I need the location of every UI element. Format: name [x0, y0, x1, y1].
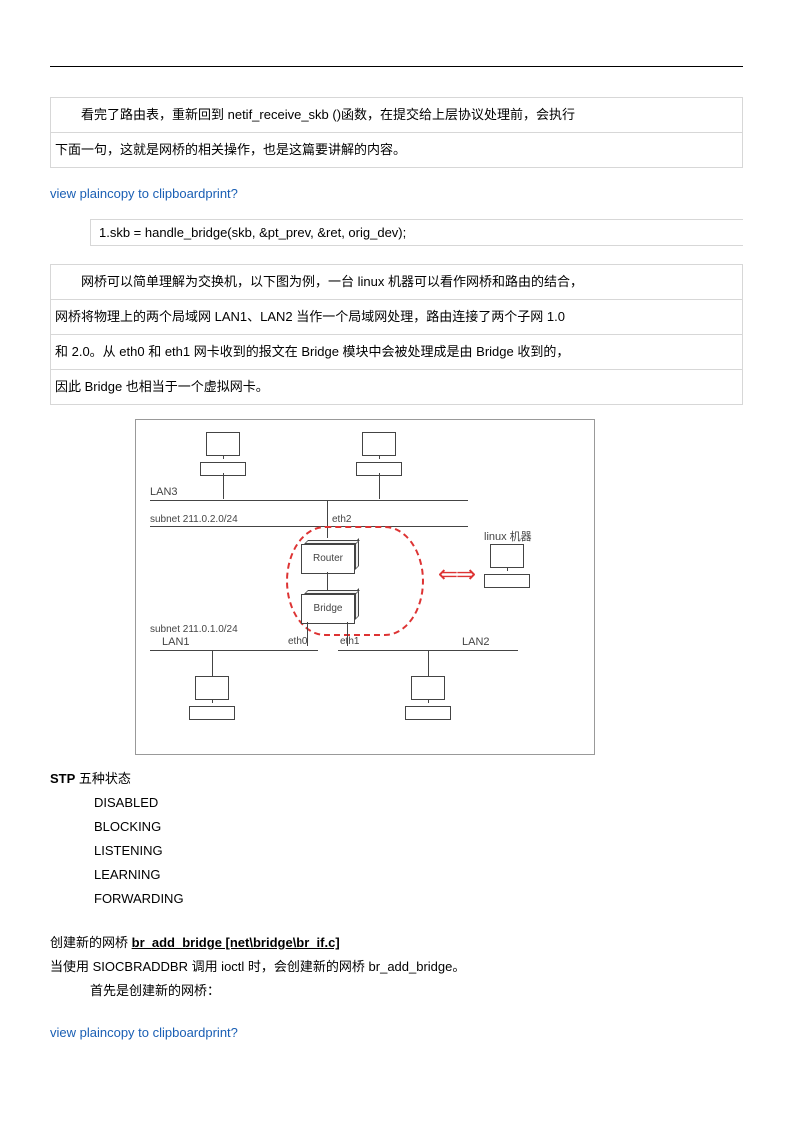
view-plain-copy-link-1[interactable]: view plaincopy to clipboardprint?: [50, 186, 238, 201]
router-box: Router: [301, 544, 355, 574]
top-rule: [50, 66, 743, 67]
connector-line: [428, 650, 429, 676]
lan3-bus: [150, 500, 468, 501]
create-line-1-bold: br_add_bridge [net\bridge\br_if.c]: [132, 935, 340, 950]
paragraph-1-line-2: 下面一句，这就是网桥的相关操作，也是这篇要讲解的内容。: [51, 133, 742, 167]
eth2-label: eth2: [332, 514, 351, 525]
connector-line: [379, 473, 380, 499]
stp-state-item: FORWARDING: [94, 887, 743, 911]
pc-icon: [206, 432, 240, 476]
paragraph-2-line-2: 网桥将物理上的两个局域网 LAN1、LAN2 当作一个局域网处理，路由连接了两个…: [51, 300, 742, 335]
connector-line: [223, 473, 224, 499]
lan3-label: LAN3: [150, 486, 178, 498]
lan2-label: LAN2: [462, 636, 490, 648]
network-diagram: LAN3 subnet 211.0.2.0/24 eth2 Router Bri…: [135, 419, 595, 755]
bridge-box: Bridge: [301, 594, 355, 624]
stp-state-item: DISABLED: [94, 791, 743, 815]
subnet-2-label: subnet 211.0.2.0/24: [150, 514, 238, 525]
pc-icon: [490, 544, 524, 588]
create-line-1: 创建新的网桥 br_add_bridge [net\bridge\br_if.c…: [50, 931, 743, 955]
linux-machine-label: linux 机器: [484, 528, 532, 544]
paragraph-2-line-1: 网桥可以简单理解为交换机，以下图为例，一台 linux 机器可以看作网桥和路由的…: [51, 265, 742, 300]
lan1-label: LAN1: [162, 636, 190, 648]
lan1-bus: [150, 650, 318, 651]
paragraph-2-box: 网桥可以简单理解为交换机，以下图为例，一台 linux 机器可以看作网桥和路由的…: [50, 264, 743, 405]
eth0-label: eth0: [288, 636, 307, 647]
pc-icon: [362, 432, 396, 476]
stp-state-item: LISTENING: [94, 839, 743, 863]
subnet-2-bus: [150, 526, 468, 527]
double-arrow-icon: ⇐⇒: [432, 568, 480, 582]
eth1-label: eth1: [340, 636, 359, 647]
connector-line: [212, 650, 213, 676]
stp-title: STP: [50, 771, 75, 786]
paragraph-1-line-1: 看完了路由表，重新回到 netif_receive_skb ()函数，在提交给上…: [51, 98, 742, 133]
stp-section: STP 五种状态 DISABLED BLOCKING LISTENING LEA…: [50, 767, 743, 911]
create-line-1-pre: 创建新的网桥: [50, 935, 132, 950]
stp-subtitle: 五种状态: [75, 771, 131, 786]
stp-state-item: LEARNING: [94, 863, 743, 887]
subnet-1-label: subnet 211.0.1.0/24: [150, 624, 238, 635]
create-line-3: 首先是创建新的网桥：: [90, 979, 743, 1003]
pc-icon: [195, 676, 229, 720]
paragraph-2-line-4: 因此 Bridge 也相当于一个虚拟网卡。: [51, 370, 742, 404]
paragraph-2-line-3: 和 2.0。从 eth0 和 eth1 网卡收到的报文在 Bridge 模块中会…: [51, 335, 742, 370]
create-bridge-section: 创建新的网桥 br_add_bridge [net\bridge\br_if.c…: [50, 931, 743, 1003]
code-line-1: 1.skb = handle_bridge(skb, &pt_prev, &re…: [90, 219, 743, 246]
pc-icon: [411, 676, 445, 720]
paragraph-1-box: 看完了路由表，重新回到 netif_receive_skb ()函数，在提交给上…: [50, 97, 743, 168]
view-plain-copy-link-2[interactable]: view plaincopy to clipboardprint?: [50, 1025, 238, 1040]
create-line-2: 当使用 SIOCBRADDBR 调用 ioctl 时，会创建新的网桥 br_ad…: [50, 955, 743, 979]
stp-state-item: BLOCKING: [94, 815, 743, 839]
